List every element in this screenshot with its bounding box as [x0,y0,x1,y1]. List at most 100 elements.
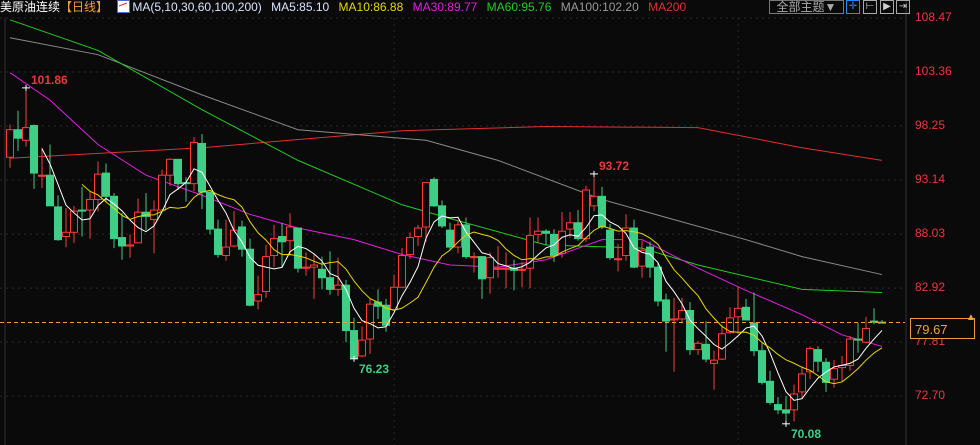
axis-tick-label: 82.92 [915,280,946,295]
short-moving-average-lines [41,148,883,401]
theme-dropdown[interactable]: 全部主题▼ [769,0,844,14]
candle-down [318,268,326,279]
candle-down [662,299,670,322]
range-start-icon[interactable]: ⊢ [863,0,877,14]
ma5-value: MA5:85.10 [271,0,330,14]
candle-up [334,284,342,290]
candle-up [494,267,502,270]
chart-header: 美原油连续【日线】 MA(5,10,30,60,100,200) MA5:85.… [0,0,770,16]
candle-down [54,206,62,241]
ma60-line [9,19,883,294]
candle-down [198,142,206,193]
ma-params[interactable]: MA(5,10,30,60,100,200) [132,0,261,14]
candle-up [358,339,366,357]
candle-up [614,258,622,261]
candle-up [718,333,726,360]
candle-down [430,178,438,207]
candle-down [462,224,470,258]
candle-up [6,129,14,158]
up-arrow-icon[interactable]: ▲ [966,312,976,323]
candle-up [566,222,574,230]
candle-up [422,182,430,228]
candle-up [94,173,102,201]
axis-tick-label: 88.03 [915,226,946,241]
candle-up [486,257,494,279]
candle-down [766,380,774,403]
candle-down [46,174,54,207]
candle-up [582,189,590,240]
candle-up [406,237,414,255]
candle-down [686,309,694,351]
candle-up [38,174,46,177]
axis-tick-label: 98.25 [915,118,946,133]
symbol-name: 美原油连续 [0,0,61,14]
ma10-value: MA10:86.88 [338,0,404,14]
candle-up [414,227,422,237]
price-annotation-low2: 70.08 [791,427,821,441]
candle-down [782,409,790,414]
exit-icon[interactable]: ⇥ [896,0,910,14]
candle-down [14,129,22,139]
axis-tick-label: 93.14 [915,172,946,187]
candle-up [694,342,702,351]
axis-tick-label: 108.47 [915,10,952,24]
candle-up [558,230,566,254]
candle-up [286,226,294,242]
candle-down [598,195,606,228]
candle-up [678,309,686,320]
indicator-icon[interactable] [117,0,131,13]
candle-up [398,255,406,288]
candle-down [446,229,454,248]
candle-up [390,286,398,310]
axis-tick-label: 103.36 [915,64,952,79]
candle-down [78,209,86,212]
candle-up [502,267,510,270]
candle-up [230,229,238,247]
candle-down [206,191,214,230]
candle-down [278,235,286,243]
price-annotation-low1: 76.23 [359,362,389,376]
candle-down [542,230,550,234]
ma200-line [9,126,883,161]
candlestick-chart[interactable]: 101.86 93.72 76.23 70.08 [0,0,980,445]
candle-up [222,246,230,257]
candle-down [758,350,766,383]
candle-down [854,338,862,341]
ma100-value: MA100:102.20 [560,0,639,14]
candle-down [174,158,182,185]
candle-up [830,368,838,380]
candle-down [30,125,38,174]
candle-up [166,158,174,176]
candle-up [86,199,94,211]
candle-down [342,284,350,332]
candle-up [62,231,70,237]
candle-up [254,294,262,302]
candle-up [518,268,526,271]
candle-up [710,359,718,364]
ma60-value: MA60:95.76 [486,0,552,14]
candle-up [470,256,478,259]
price-annotation-high1: 101.86 [31,73,68,87]
candle-down [654,266,662,302]
candle-down [702,343,710,360]
candle-up [862,327,870,343]
candle-up [70,210,78,233]
play-icon[interactable]: ▶ [880,0,894,14]
candle-down [606,229,614,259]
candle-down [102,172,110,197]
candle-up [734,307,742,318]
candle-down [478,256,486,280]
candle-down [118,237,126,247]
candle-up [302,266,310,269]
period-label[interactable]: 【日线】 [60,0,108,14]
crosshair-icon[interactable]: ✛ [846,0,860,14]
moving-average-lines [9,19,883,347]
axis-tick-label: 72.70 [915,388,946,403]
candle-up [454,224,462,248]
candle-down [350,330,358,359]
candle-up [534,230,542,235]
candle-up [790,393,798,411]
candle-up [670,318,678,321]
candle-up [22,127,30,141]
candle-up [590,195,598,207]
